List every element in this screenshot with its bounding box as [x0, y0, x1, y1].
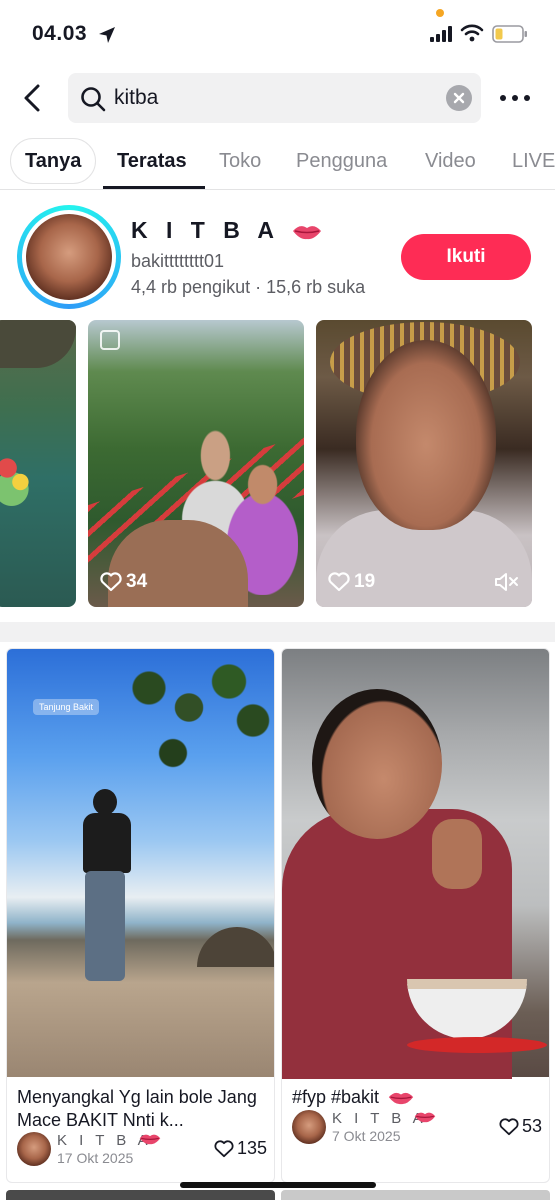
- tab-tanya[interactable]: Tanya: [10, 138, 97, 184]
- account-avatar[interactable]: [17, 205, 121, 309]
- heart-icon: [100, 572, 122, 592]
- author-name[interactable]: K I T B A: [332, 1110, 427, 1127]
- account-stats: 4,4 rb pengikut · 15,6 rb suka: [131, 277, 366, 297]
- search-icon: [81, 87, 106, 112]
- video-card[interactable]: #fyp #bakit K I T B A 7 Okt 2025 53: [281, 648, 550, 1183]
- avatar-photo: [26, 214, 112, 300]
- search-query: kitba: [114, 86, 159, 109]
- video-caption-text: #fyp #bakit: [292, 1087, 380, 1107]
- lips-icon: [414, 1112, 436, 1123]
- like-count-text: 34: [126, 571, 148, 592]
- next-card-peek: [6, 1190, 275, 1200]
- heart-icon: [214, 1140, 234, 1158]
- strip-video-1[interactable]: [0, 320, 76, 607]
- account-name[interactable]: K I T B A: [131, 217, 322, 244]
- tab-teratas[interactable]: Teratas: [117, 150, 187, 173]
- status-bar: 04.03: [0, 0, 555, 70]
- section-divider: [0, 622, 555, 642]
- video-caption: Menyangkal Yg lain bole Jang Mace BAKIT …: [17, 1087, 257, 1130]
- video-thumbnail-detail: [77, 789, 135, 989]
- video-meta: K I T B A 7 Okt 2025 53: [292, 1110, 542, 1146]
- account-handle: bakitttttttt01: [131, 251, 225, 271]
- account-name-text: K I T B A: [131, 217, 280, 243]
- location-arrow-icon: [99, 27, 115, 43]
- back-button[interactable]: [16, 80, 52, 116]
- tab-video[interactable]: Video: [425, 150, 476, 173]
- video-thumbnail[interactable]: [282, 649, 549, 1079]
- clear-icon: [453, 92, 465, 104]
- video-date: 17 Okt 2025: [57, 1150, 134, 1166]
- video-like-count: 34: [100, 571, 147, 593]
- video-like-count: 19: [328, 571, 375, 593]
- mute-icon[interactable]: [494, 571, 520, 593]
- like-count-text: 53: [521, 1116, 542, 1136]
- strip-video-2[interactable]: 34: [88, 320, 304, 607]
- tab-live[interactable]: LIVE: [512, 150, 555, 173]
- video-thumbnail-detail: [0, 320, 76, 368]
- next-card-peek: [281, 1190, 550, 1200]
- video-thumbnail-detail: [407, 1037, 547, 1053]
- video-thumbnail-detail: [0, 440, 38, 510]
- author-avatar[interactable]: [292, 1110, 326, 1144]
- location-tag: Tanjung Bakit: [33, 699, 100, 715]
- home-indicator[interactable]: [180, 1182, 376, 1188]
- video-thumbnail-detail: [117, 649, 274, 779]
- back-icon: [24, 84, 40, 112]
- active-tab-indicator: [103, 186, 205, 189]
- video-like-count[interactable]: 53: [499, 1116, 542, 1137]
- video-thumbnail-detail: [356, 340, 496, 530]
- author-avatar[interactable]: [17, 1132, 51, 1166]
- video-like-count[interactable]: 135: [214, 1138, 267, 1159]
- tab-pengguna[interactable]: Pengguna: [296, 150, 387, 173]
- video-thumbnail-detail: [432, 819, 482, 889]
- lips-icon: [292, 225, 321, 240]
- clear-search-button[interactable]: [446, 85, 472, 111]
- more-options-button[interactable]: [498, 86, 532, 110]
- video-thumbnail-detail: [312, 689, 442, 839]
- battery-icon: [492, 25, 527, 43]
- privacy-indicator: [436, 9, 444, 17]
- like-count-text: 135: [236, 1138, 267, 1158]
- follow-button[interactable]: Ikuti: [401, 234, 531, 280]
- select-checkbox[interactable]: [100, 330, 120, 350]
- author-name[interactable]: K I T B A: [57, 1132, 152, 1149]
- wifi-icon: [460, 24, 484, 42]
- status-time: 04.03: [32, 22, 88, 45]
- lips-icon: [139, 1134, 161, 1145]
- video-card[interactable]: Tanjung Bakit Menyangkal Yg lain bole Ja…: [6, 648, 275, 1183]
- heart-icon: [328, 572, 350, 592]
- more-icon: [500, 95, 530, 101]
- video-meta: K I T B A 17 Okt 2025 135: [17, 1132, 267, 1168]
- video-caption: #fyp #bakit: [292, 1086, 542, 1109]
- lips-icon: [388, 1093, 414, 1105]
- video-thumbnail[interactable]: Tanjung Bakit: [7, 649, 274, 1077]
- heart-icon: [499, 1118, 519, 1136]
- search-tabs: Tanya Teratas Toko Pengguna Video LIVE: [0, 136, 555, 190]
- search-input[interactable]: kitba: [68, 73, 481, 123]
- tab-toko[interactable]: Toko: [219, 150, 261, 173]
- strip-video-3[interactable]: 19: [316, 320, 532, 607]
- like-count-text: 19: [354, 571, 376, 592]
- video-thumbnail-detail: [197, 927, 274, 967]
- signal-icon: [430, 26, 452, 42]
- video-date: 7 Okt 2025: [332, 1128, 401, 1144]
